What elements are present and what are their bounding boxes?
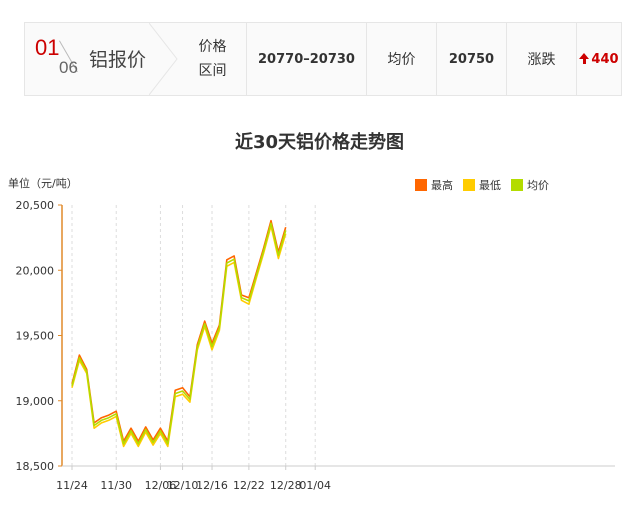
y-tick-label: 19,000 (16, 395, 55, 408)
y-tick-label: 18,500 (16, 460, 55, 473)
x-tick-label: 12/16 (196, 479, 228, 492)
series-line-1 (71, 225, 287, 448)
x-tick-label: 12/28 (270, 479, 302, 492)
series-line-2 (71, 222, 287, 445)
series-line-0 (71, 219, 287, 443)
price-trend-chart: 18,500 19,000 19,500 20,000 20,500 11/24 11/30… (16, 199, 615, 492)
y-tick-label: 20,500 (16, 199, 55, 212)
y-tick-label: 20,000 (16, 264, 55, 277)
x-tick-label: 11/30 (100, 479, 132, 492)
x-tick-label: 01/04 (299, 479, 331, 492)
x-tick-label: 12/22 (233, 479, 265, 492)
y-tick-label: 19,500 (16, 330, 55, 343)
x-tick-label: 11/24 (56, 479, 88, 492)
x-tick-label: 12/10 (167, 479, 199, 492)
